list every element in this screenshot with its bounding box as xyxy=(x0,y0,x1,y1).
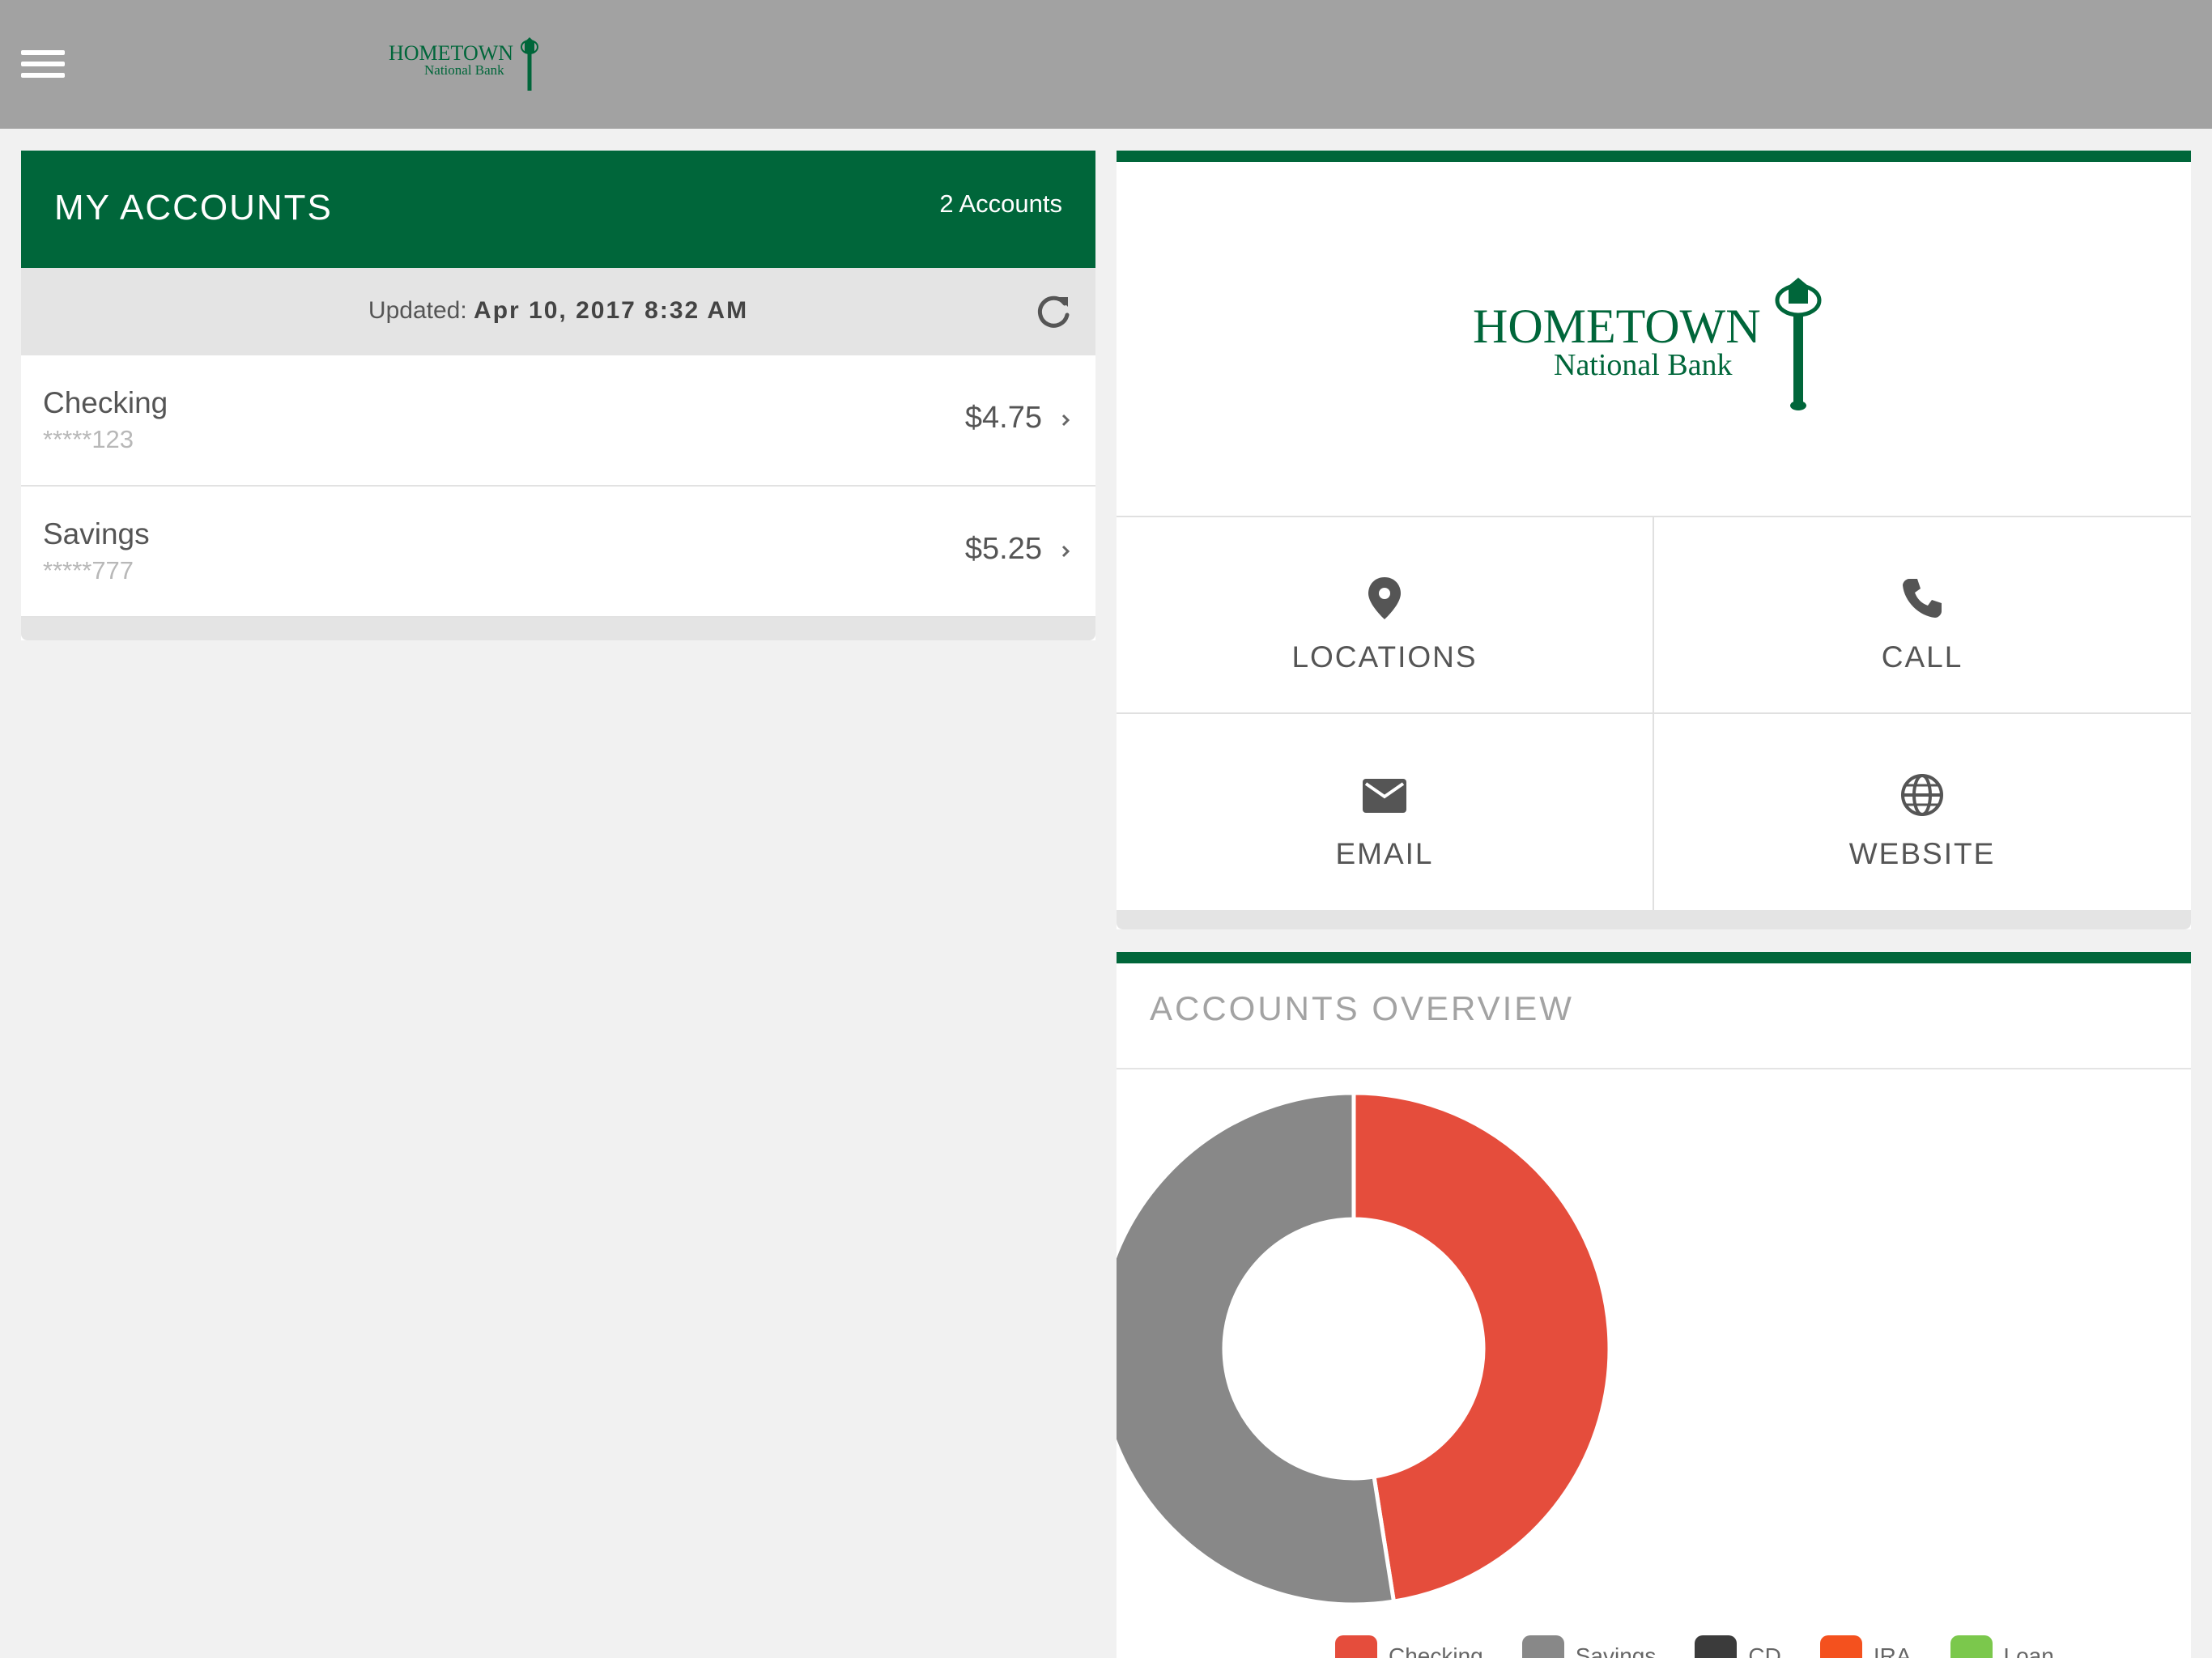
globe-icon xyxy=(1901,774,1943,816)
accounts-header: MY ACCOUNTS 2 Accounts xyxy=(21,151,1095,268)
bank-info-panel: HOMETOWN National Bank LOCATIONS CALL EM… xyxy=(1117,151,2191,929)
legend-item-checking: Checking xyxy=(1335,1635,1483,1658)
account-row-savings[interactable]: Savings *****777 $5.25 xyxy=(21,487,1095,618)
phone-icon xyxy=(1903,579,1942,618)
accounts-title: MY ACCOUNTS xyxy=(54,188,333,227)
account-balance: $5.25 xyxy=(964,532,1042,566)
legend-label: Savings xyxy=(1575,1643,1657,1658)
legend-swatch xyxy=(1521,1635,1564,1658)
email-label: EMAIL xyxy=(1335,837,1434,870)
donut-slice-savings xyxy=(1117,1090,1397,1607)
locations-button[interactable]: LOCATIONS xyxy=(1117,517,1653,712)
accounts-overview-panel: ACCOUNTS OVERVIEW Checking Savings CD IRA Lo… xyxy=(1117,952,2191,1658)
legend-swatch xyxy=(1819,1635,1862,1658)
chevron-right-icon xyxy=(1061,414,1070,427)
chart-legend: Checking Savings CD IRA Loan xyxy=(1335,1635,2054,1658)
website-button[interactable]: WEBSITE xyxy=(1654,714,2190,908)
legend-swatch xyxy=(1950,1635,1993,1658)
svg-text:National Bank: National Bank xyxy=(1554,348,1733,382)
legend-item-loan: Loan xyxy=(1950,1635,2054,1658)
panel-accent xyxy=(1117,151,2191,162)
legend-label: Checking xyxy=(1389,1643,1483,1658)
svg-text:National Bank: National Bank xyxy=(424,62,504,78)
legend-label: IRA xyxy=(1873,1643,1912,1658)
my-accounts-panel: MY ACCOUNTS 2 Accounts Updated: Apr 10, … xyxy=(21,151,1095,640)
svg-text:HOMETOWN: HOMETOWN xyxy=(389,41,513,65)
bank-logo: HOMETOWN National Bank xyxy=(389,37,538,91)
email-button[interactable]: EMAIL xyxy=(1117,714,1653,908)
legend-label: Loan xyxy=(2003,1643,2054,1658)
accounts-donut-chart xyxy=(1117,1090,1612,1607)
top-app-bar: HOMETOWN National Bank xyxy=(0,0,2212,129)
account-number: *****777 xyxy=(43,556,134,585)
donut-slice-checking xyxy=(1351,1090,1612,1604)
bank-panel-footer xyxy=(1117,910,2191,929)
map-pin-icon xyxy=(1368,577,1401,619)
legend-swatch xyxy=(1695,1635,1738,1658)
account-number: *****123 xyxy=(43,425,134,453)
legend-label: CD xyxy=(1748,1643,1781,1658)
website-label: WEBSITE xyxy=(1848,837,1996,870)
legend-swatch xyxy=(1335,1635,1377,1658)
legend-item-savings: Savings xyxy=(1521,1635,1657,1658)
legend-item-cd: CD xyxy=(1695,1635,1781,1658)
svg-text:HOMETOWN: HOMETOWN xyxy=(1473,300,1761,353)
locations-label: LOCATIONS xyxy=(1291,640,1478,674)
account-name: Savings xyxy=(43,517,150,551)
account-name: Checking xyxy=(43,386,168,419)
updated-timestamp: Updated: Apr 10, 2017 8:32 AM xyxy=(368,297,749,324)
bank-logo-large: HOMETOWN National Bank xyxy=(1473,278,1822,410)
account-row-checking[interactable]: Checking *****123 $4.75 xyxy=(21,355,1095,487)
envelope-icon xyxy=(1363,779,1406,813)
menu-icon[interactable] xyxy=(21,50,65,78)
legend-item-ira: IRA xyxy=(1819,1635,1912,1658)
updated-bar: Updated: Apr 10, 2017 8:32 AM xyxy=(21,268,1095,355)
account-balance: $4.75 xyxy=(964,401,1042,435)
call-label: CALL xyxy=(1881,640,1963,674)
accounts-footer xyxy=(21,618,1095,640)
call-button[interactable]: CALL xyxy=(1654,517,2190,712)
refresh-icon[interactable] xyxy=(1034,292,1073,331)
accounts-count: 2 Accounts xyxy=(939,189,1062,218)
chevron-right-icon xyxy=(1061,545,1070,558)
